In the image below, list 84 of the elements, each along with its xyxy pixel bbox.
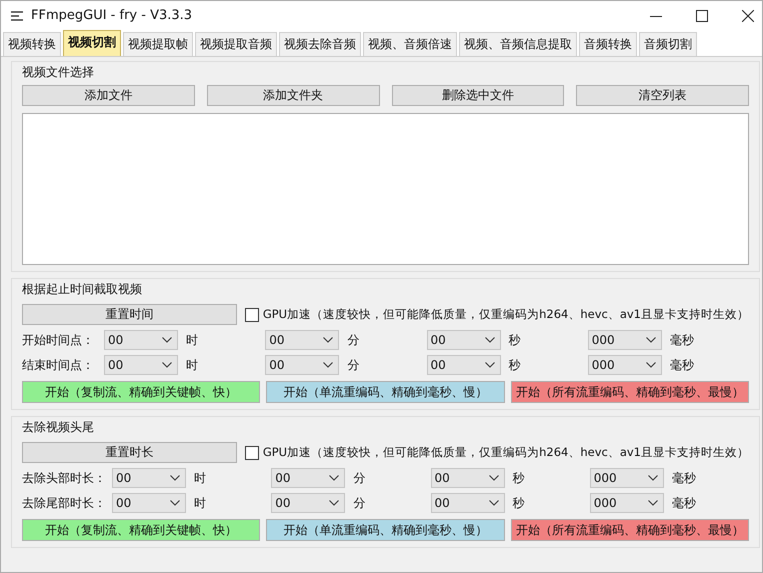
unit-label: 时 [194, 494, 206, 512]
group-title: 去除视频头尾 [22, 419, 94, 436]
file-button[interactable]: 删除选中文件 [392, 85, 564, 106]
unit-label: 毫秒 [672, 470, 696, 486]
time-label: 结束时间点： [22, 356, 95, 374]
tab[interactable]: 视频切割 [63, 30, 121, 56]
time-dropdown[interactable]: 000 [588, 355, 662, 375]
time-dropdown[interactable]: 00 [112, 468, 186, 488]
unit-label: 分 [353, 470, 366, 486]
unit-label: 分 [353, 494, 366, 512]
time-dropdown[interactable]: 00 [112, 493, 186, 513]
time-dropdown[interactable]: 00 [271, 493, 346, 513]
caret-icon [323, 362, 334, 368]
reset-button[interactable]: 重置时长 [22, 442, 237, 463]
tab[interactable]: 音频切割 [639, 32, 697, 56]
time-dropdown[interactable]: 000 [590, 468, 664, 488]
time-label: 开始时间点： [22, 332, 95, 348]
unit-label: 毫秒 [670, 332, 694, 348]
time-label: 去除头部时长： [22, 470, 107, 486]
caret-icon [170, 500, 180, 506]
unit-label: 时 [186, 356, 198, 374]
time-dropdown[interactable]: 00 [430, 493, 504, 513]
unit-label: 秒 [512, 494, 524, 512]
unit-label: 时 [194, 470, 206, 486]
unit-label: 秒 [512, 470, 524, 486]
caret-icon [162, 337, 172, 343]
time-dropdown[interactable]: 00 [271, 468, 346, 488]
file-button[interactable]: 添加文件夹 [206, 85, 380, 106]
reset-button[interactable]: 重置时间 [22, 304, 237, 325]
gpu-checkbox[interactable] [244, 308, 259, 322]
caret-icon [646, 337, 656, 343]
caret-icon [646, 362, 656, 368]
caret-icon [329, 500, 340, 506]
caret-icon [648, 475, 658, 481]
time-dropdown[interactable]: 00 [430, 468, 504, 488]
gpu-label: GPU加速（速度较快，但可能降低质量，仅重编码为h264、hevc、av1且显卡支持时生效） [262, 445, 749, 460]
start-button[interactable]: 开始（单流重编码、精确到毫秒、慢） [266, 381, 505, 403]
time-dropdown[interactable]: 00 [104, 355, 178, 375]
unit-label: 分 [347, 356, 360, 374]
group-title: 根据起止时间截取视频 [22, 281, 142, 298]
start-button[interactable]: 开始（复制流、精确到关键帧、快） [22, 519, 260, 541]
start-button[interactable]: 开始（所有流重编码、精确到毫秒、最慢） [510, 381, 749, 403]
group-title: 视频文件选择 [22, 64, 94, 81]
caret-icon [484, 337, 494, 343]
unit-label: 秒 [508, 332, 520, 348]
caret-icon [648, 500, 658, 506]
time-dropdown[interactable]: 00 [265, 330, 340, 350]
unit-label: 时 [186, 332, 198, 348]
time-dropdown[interactable]: 00 [426, 330, 500, 350]
time-label: 去除尾部时长： [22, 494, 107, 512]
caret-icon [488, 475, 498, 481]
tab[interactable]: 音频转换 [579, 32, 637, 56]
gpu-label: GPU加速（速度较快，但可能降低质量，仅重编码为h264、hevc、av1且显卡支持时生效） [262, 307, 749, 322]
file-button[interactable]: 清空列表 [576, 85, 749, 106]
time-dropdown[interactable]: 000 [590, 493, 664, 513]
tab[interactable]: 视频提取音频 [195, 32, 277, 56]
window-title: FFmpegGUI - fry - V3.3.3 [31, 8, 192, 23]
file-button[interactable]: 添加文件 [22, 85, 195, 106]
caret-icon [170, 475, 180, 481]
time-dropdown[interactable]: 00 [104, 330, 178, 350]
close-icon[interactable] [742, 10, 754, 22]
time-dropdown[interactable]: 00 [426, 355, 500, 375]
tab[interactable]: 视频转换 [3, 32, 61, 56]
caret-icon [488, 500, 498, 506]
caret-icon [323, 337, 334, 343]
gpu-checkbox[interactable] [244, 446, 259, 460]
unit-label: 毫秒 [672, 494, 696, 512]
caret-icon [484, 362, 494, 368]
caret-icon [329, 475, 340, 481]
tab[interactable]: 视频、音频信息提取 [459, 32, 577, 56]
unit-label: 秒 [508, 356, 520, 374]
maximize-icon[interactable] [696, 10, 708, 22]
time-dropdown[interactable]: 000 [588, 330, 662, 350]
start-button[interactable]: 开始（复制流、精确到关键帧、快） [22, 381, 260, 403]
start-button[interactable]: 开始（单流重编码、精确到毫秒、慢） [266, 519, 505, 541]
tab[interactable]: 视频去除音频 [279, 32, 361, 56]
start-button[interactable]: 开始（所有流重编码、精确到毫秒、最慢） [510, 519, 749, 541]
tab[interactable]: 视频提取帧 [123, 32, 193, 56]
unit-label: 毫秒 [670, 356, 694, 374]
unit-label: 分 [347, 332, 360, 348]
time-dropdown[interactable]: 00 [265, 355, 340, 375]
tab[interactable]: 视频、音频倍速 [363, 32, 457, 56]
menu-icon[interactable] [11, 10, 23, 20]
caret-icon [162, 362, 172, 368]
